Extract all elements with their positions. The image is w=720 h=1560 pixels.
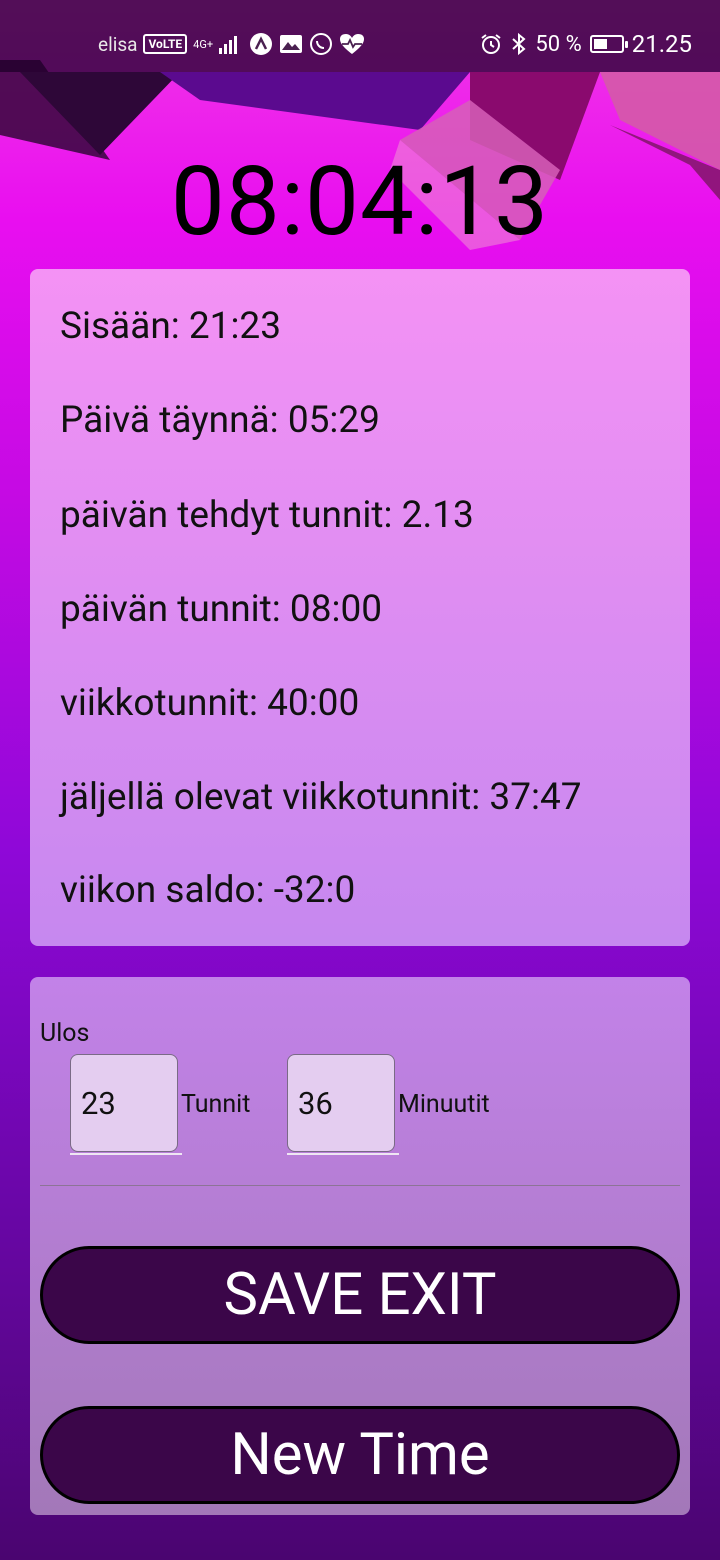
- status-time: 21.25: [631, 30, 692, 58]
- status-bar-left: elisa VoLTE 4G+: [98, 0, 365, 88]
- info-day-hours: päivän tunnit: 08:00: [60, 588, 383, 631]
- carrier-name: elisa: [98, 32, 138, 56]
- hours-unit-label: Tunnit: [181, 1090, 251, 1119]
- health-heart-icon: [340, 34, 365, 54]
- info-clock-in: Sisään: 21:23: [60, 305, 282, 348]
- gallery-icon: [280, 35, 303, 53]
- info-week-hours-left: jäljellä olevat viikkotunnit: 37:47: [60, 776, 582, 819]
- battery-icon: [589, 35, 628, 53]
- exit-label: Ulos: [40, 1019, 90, 1048]
- minutes-input[interactable]: 36: [287, 1054, 395, 1152]
- volte-icon: VoLTE: [143, 34, 188, 54]
- status-bar-right: 50 % 21.25: [479, 0, 692, 88]
- elapsed-time-clock: 08:04:13: [170, 146, 550, 258]
- network-type: 4G+: [193, 37, 214, 51]
- app-a-icon: [250, 33, 273, 55]
- info-day-hours-done: päivän tehdyt tunnit: 2.13: [60, 494, 474, 537]
- battery-percent: 50 %: [535, 31, 582, 57]
- hours-input[interactable]: 23: [70, 1054, 178, 1152]
- minutes-unit-label: Minuutit: [398, 1090, 490, 1119]
- save-exit-button[interactable]: SAVE EXIT: [40, 1246, 680, 1344]
- signal-icon: [219, 36, 238, 54]
- bluetooth-icon: [512, 32, 526, 56]
- info-day-full: Päivä täynnä: 05:29: [60, 399, 380, 442]
- info-week-balance: viikon saldo: -32:0: [60, 869, 356, 912]
- exit-form-card: Ulos 23 Tunnit 36 Minuutit SAVE EXIT New…: [30, 977, 690, 1515]
- info-card: Sisään: 21:23 Päivä täynnä: 05:29 päivän…: [30, 269, 690, 946]
- divider: [40, 1185, 680, 1186]
- alarm-icon: [481, 34, 502, 54]
- new-time-button[interactable]: New Time: [40, 1406, 680, 1504]
- info-week-hours: viikkotunnit: 40:00: [60, 682, 360, 725]
- minutes-input-underline: [287, 1153, 399, 1155]
- hours-input-underline: [70, 1153, 182, 1155]
- status-bar: elisa VoLTE 4G+ 50 % 21.25: [0, 0, 720, 72]
- whatsapp-icon: [310, 33, 333, 55]
